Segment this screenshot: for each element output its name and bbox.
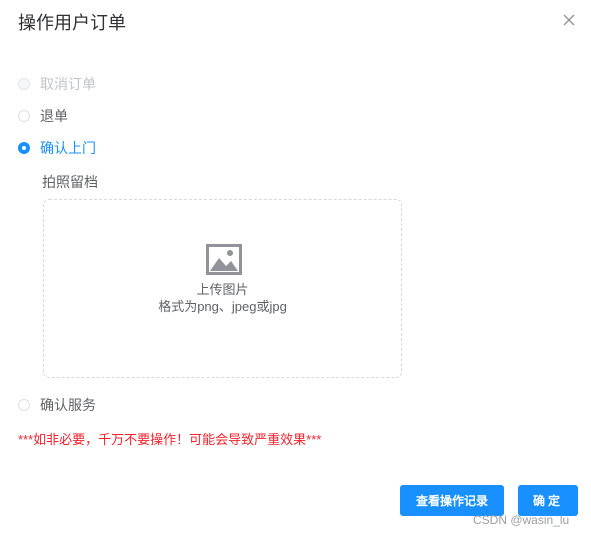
radio-button[interactable] (18, 142, 30, 154)
radio-button[interactable] (18, 399, 30, 411)
radio-cancel-order: 取消订单 (18, 75, 96, 93)
photo-section-label: 拍照留档 (42, 174, 98, 190)
radio-confirm-service[interactable]: 确认服务 (18, 396, 96, 414)
confirm-button[interactable]: 确定 (518, 485, 578, 516)
dialog-title: 操作用户订单 (18, 13, 126, 33)
radio-button[interactable] (18, 110, 30, 122)
radio-label: 确认服务 (40, 397, 96, 413)
image-upload-area[interactable]: 上传图片 格式为png、jpeg或jpg (43, 199, 402, 378)
view-log-button[interactable]: 查看操作记录 (400, 485, 504, 516)
warning-text: ***如非必要，千万不要操作！可能会导致严重效果*** (18, 432, 322, 447)
close-icon[interactable] (562, 13, 576, 27)
format-hint: 格式为png、jpeg或jpg (158, 299, 287, 314)
radio-button (18, 78, 30, 90)
radio-refund[interactable]: 退单 (18, 107, 68, 125)
radio-label: 取消订单 (40, 76, 96, 92)
radio-label: 确认上门 (40, 140, 96, 156)
order-operation-dialog: 操作用户订单 取消订单 退单 确认上门 拍照留档 上传图片 格式为png、jpe… (0, 0, 591, 537)
radio-confirm-visit[interactable]: 确认上门 (18, 139, 96, 157)
radio-label: 退单 (40, 108, 68, 124)
watermark: CSDN @wasin_lu (473, 513, 570, 527)
image-icon (206, 244, 242, 275)
